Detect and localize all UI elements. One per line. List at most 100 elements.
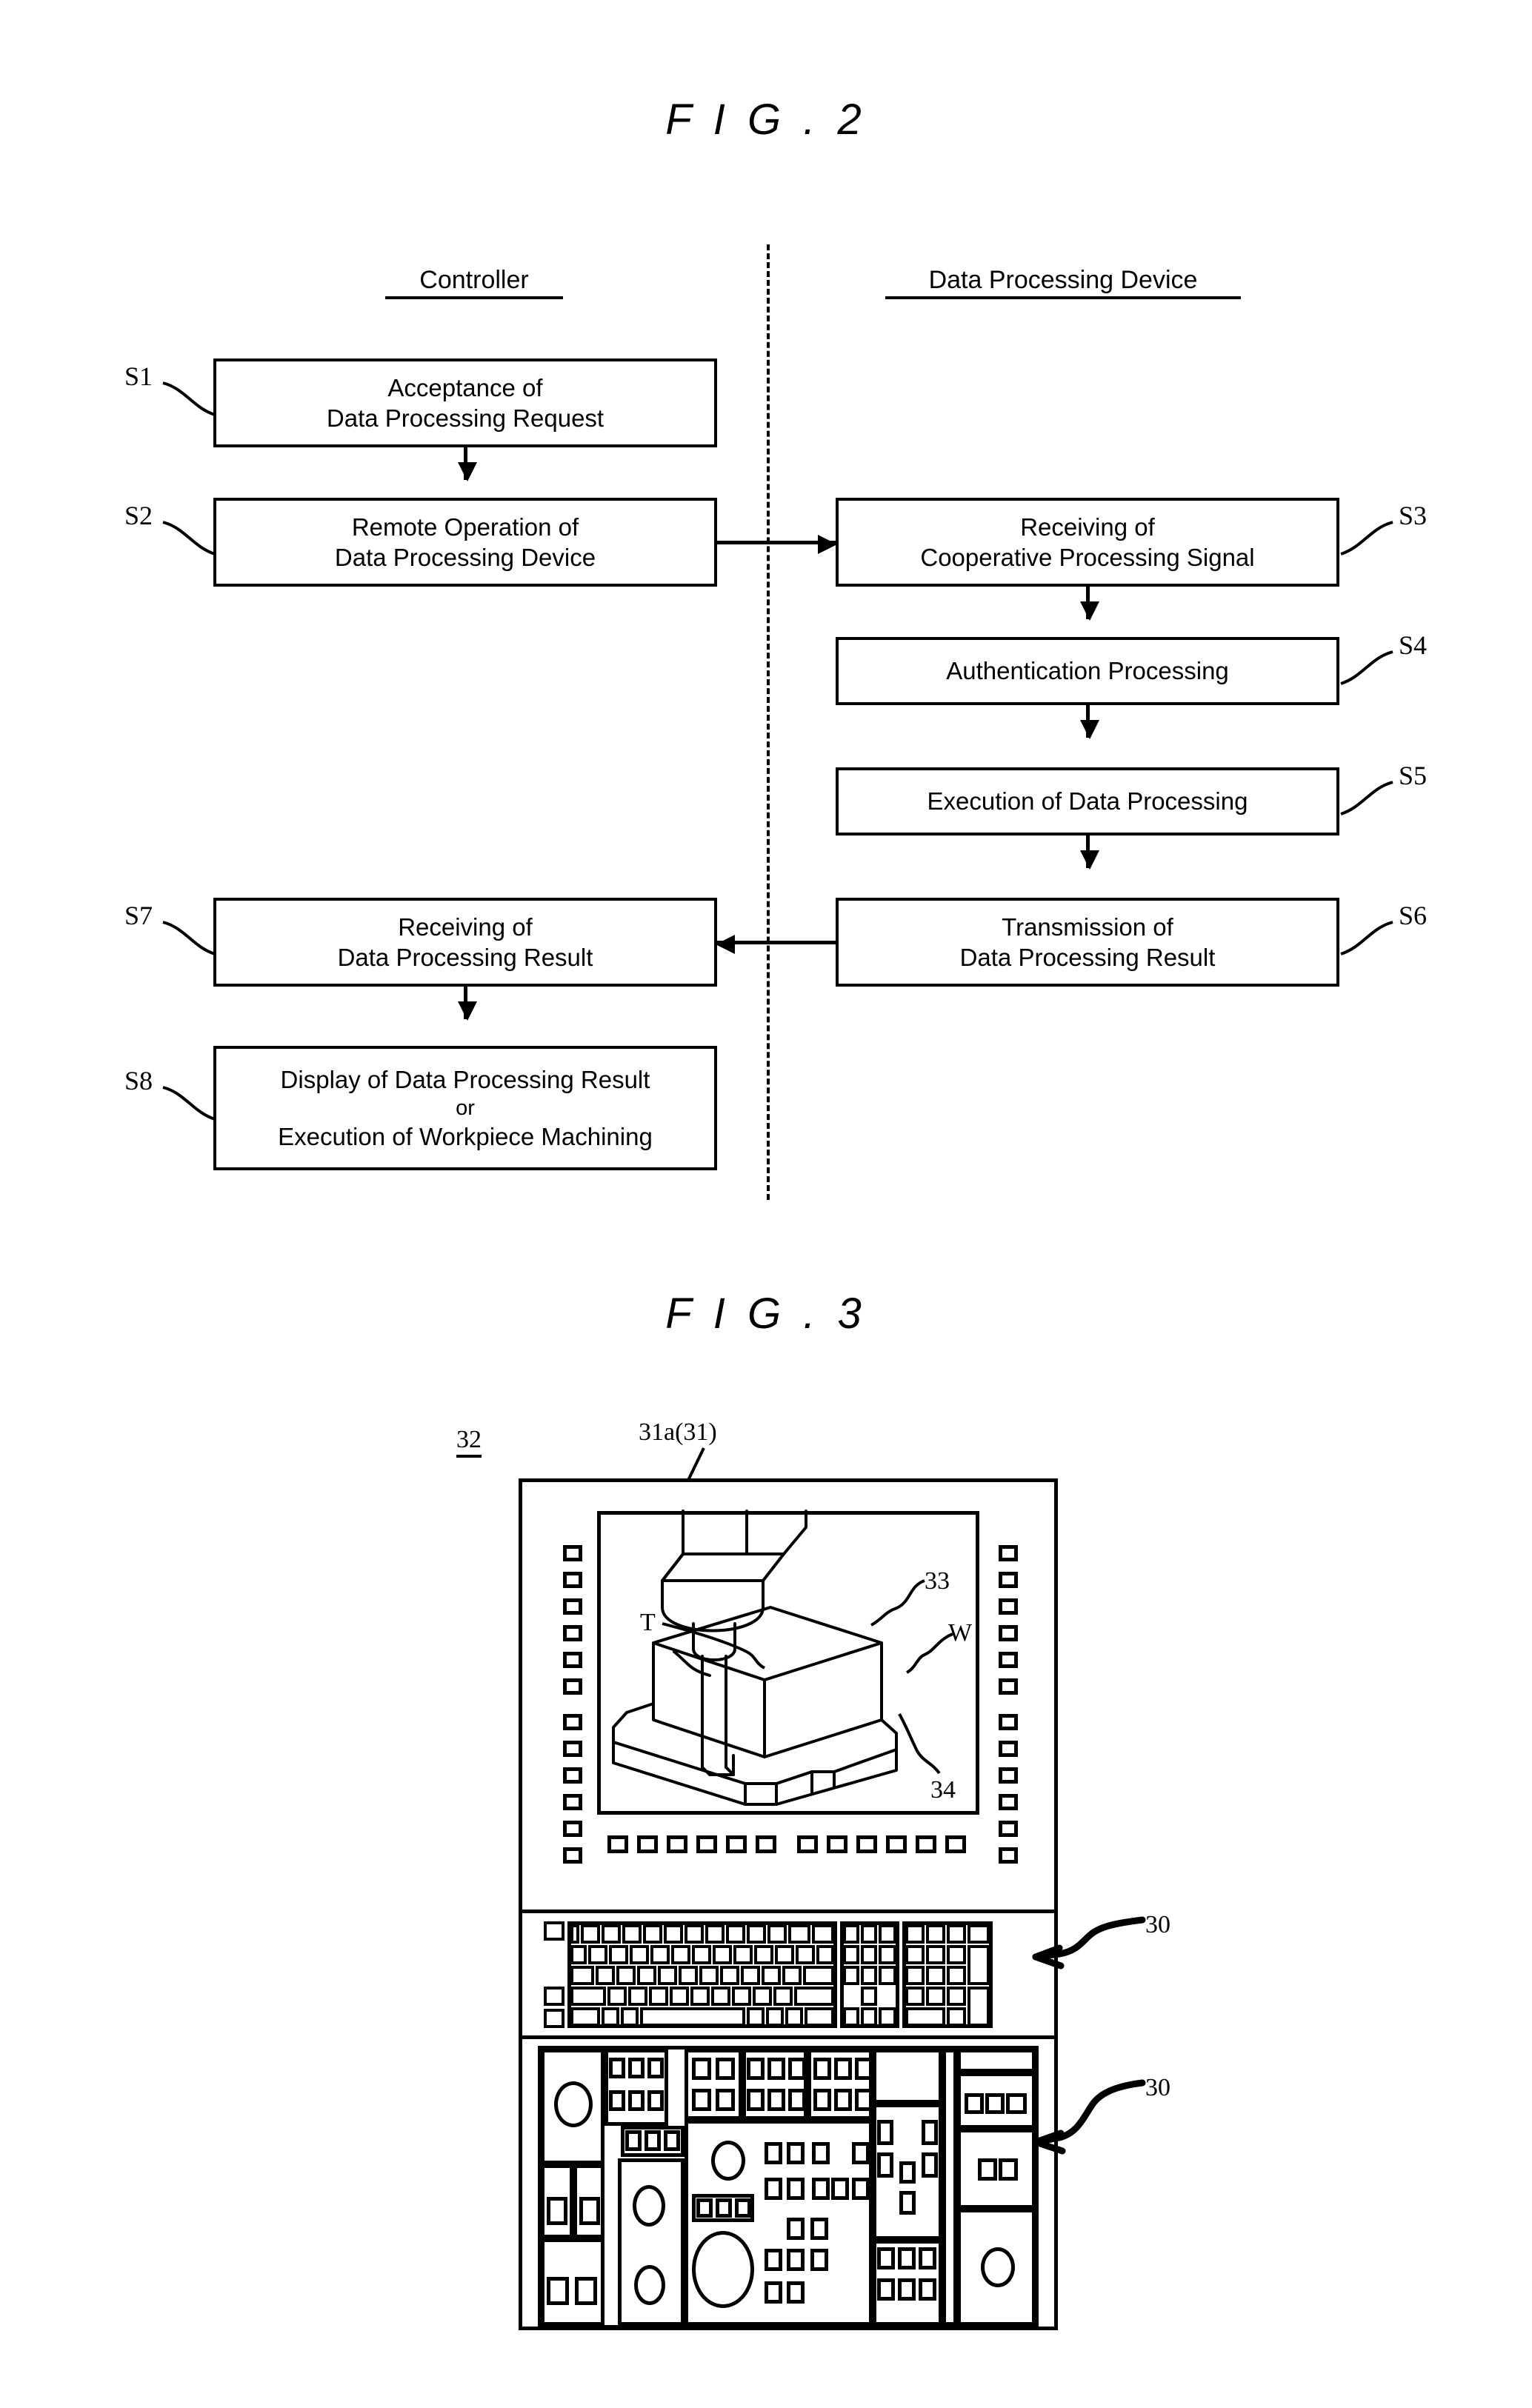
softkey-bottom[interactable] xyxy=(667,1835,687,1853)
keyboard-nav-key[interactable] xyxy=(843,1924,859,1944)
keyboard-key[interactable] xyxy=(621,2007,639,2027)
operator-button[interactable] xyxy=(922,2152,938,2178)
keyboard-key[interactable] xyxy=(679,1966,698,1985)
operator-button[interactable] xyxy=(692,2089,711,2111)
softkey-side-left[interactable] xyxy=(563,1821,582,1837)
keyboard-key[interactable] xyxy=(796,1945,815,1964)
softkey-bottom[interactable] xyxy=(916,1835,936,1853)
operator-button[interactable] xyxy=(855,2058,873,2080)
keyboard-key[interactable] xyxy=(628,1987,647,2006)
keyboard-key[interactable] xyxy=(643,1924,662,1944)
operator-button[interactable] xyxy=(696,2198,713,2218)
numpad-key-tall[interactable] xyxy=(968,1945,990,1985)
keyboard-key[interactable] xyxy=(782,1966,802,1985)
operator-button[interactable] xyxy=(547,2277,569,2305)
softkey-side-right[interactable] xyxy=(999,1545,1018,1561)
keyboard-key[interactable] xyxy=(773,1987,793,2006)
keyboard-key[interactable] xyxy=(581,1924,600,1944)
softkey-bottom[interactable] xyxy=(797,1835,818,1853)
operator-button[interactable] xyxy=(747,2058,765,2080)
numpad-key[interactable] xyxy=(926,1966,945,1985)
operator-button[interactable] xyxy=(787,2281,805,2304)
operator-button[interactable] xyxy=(898,2247,916,2269)
operator-button[interactable] xyxy=(765,2281,782,2304)
keyboard-arrow-up-key[interactable] xyxy=(861,1987,877,2006)
keyboard-key[interactable] xyxy=(726,1924,745,1944)
keyboard-key[interactable] xyxy=(544,1921,564,1941)
keyboard-key[interactable] xyxy=(699,1966,719,1985)
keyboard-key[interactable] xyxy=(711,1987,730,2006)
keyboard-key[interactable] xyxy=(732,1987,751,2006)
keyboard-key[interactable] xyxy=(544,2009,564,2028)
operator-button[interactable] xyxy=(1006,2093,1027,2114)
operator-jog-axis-button[interactable] xyxy=(899,2161,916,2184)
keyboard-key[interactable] xyxy=(720,1966,739,1985)
keyboard-nav-key[interactable] xyxy=(861,1966,877,1985)
operator-knob[interactable] xyxy=(554,2081,593,2127)
operator-button[interactable] xyxy=(877,2152,893,2178)
operator-button[interactable] xyxy=(628,2090,645,2111)
operator-button[interactable] xyxy=(834,2089,852,2111)
numpad-key[interactable] xyxy=(926,1945,945,1964)
operator-button[interactable] xyxy=(922,2120,938,2145)
keyboard-key[interactable] xyxy=(794,1987,834,2006)
operator-button[interactable] xyxy=(664,2130,680,2151)
operator-button[interactable] xyxy=(919,2247,936,2269)
keyboard-arrow-down-key[interactable] xyxy=(861,2007,877,2027)
keyboard-key[interactable] xyxy=(671,1945,690,1964)
operator-button[interactable] xyxy=(765,2142,782,2164)
operator-button[interactable] xyxy=(813,2089,831,2111)
keyboard-key[interactable] xyxy=(649,1987,668,2006)
operator-button[interactable] xyxy=(812,2178,830,2200)
softkey-side-left[interactable] xyxy=(563,1598,582,1615)
softkey-side-right[interactable] xyxy=(999,1821,1018,1837)
keyboard-key[interactable] xyxy=(788,1924,810,1944)
keyboard-key[interactable] xyxy=(741,1966,760,1985)
operator-button[interactable] xyxy=(877,2247,895,2269)
operator-panel[interactable] xyxy=(538,2046,1042,2329)
numpad-key[interactable] xyxy=(947,2007,966,2027)
softkey-side-left[interactable] xyxy=(563,1545,582,1561)
softkey-side-left[interactable] xyxy=(563,1794,582,1810)
keyboard-key[interactable] xyxy=(747,1924,766,1944)
softkey-side-left[interactable] xyxy=(563,1678,582,1695)
keyboard-nav-key[interactable] xyxy=(879,1945,896,1964)
softkey-bottom[interactable] xyxy=(726,1835,747,1853)
operator-button[interactable] xyxy=(898,2278,916,2301)
keyboard-key[interactable] xyxy=(747,2007,765,2027)
keyboard-key[interactable] xyxy=(570,1945,587,1964)
numpad-key[interactable] xyxy=(968,1924,990,1944)
softkey-side-right[interactable] xyxy=(999,1678,1018,1695)
operator-button[interactable] xyxy=(919,2278,936,2301)
operator-button[interactable] xyxy=(628,2058,645,2078)
operator-button[interactable] xyxy=(765,2178,782,2200)
operator-button[interactable] xyxy=(747,2089,765,2111)
operator-knob[interactable] xyxy=(711,2141,745,2181)
keyboard-key[interactable] xyxy=(570,2007,600,2027)
keyboard-key[interactable] xyxy=(733,1945,753,1964)
operator-button[interactable] xyxy=(834,2058,852,2080)
softkey-side-right[interactable] xyxy=(999,1625,1018,1641)
softkey-side-right[interactable] xyxy=(999,1767,1018,1784)
keyboard-nav-key[interactable] xyxy=(861,1945,877,1964)
operator-button[interactable] xyxy=(812,2142,830,2164)
softkey-side-left[interactable] xyxy=(563,1572,582,1588)
keyboard-key[interactable] xyxy=(812,1924,834,1944)
numpad-key[interactable] xyxy=(926,1987,945,2006)
keyboard-key[interactable] xyxy=(602,2007,619,2027)
numpad-key[interactable] xyxy=(926,1924,945,1944)
operator-button[interactable] xyxy=(877,2278,895,2301)
keyboard-key[interactable] xyxy=(762,1966,781,1985)
keyboard-key[interactable] xyxy=(596,1966,615,1985)
operator-button[interactable] xyxy=(999,2158,1018,2181)
keyboard-key[interactable] xyxy=(753,1987,772,2006)
operator-button[interactable] xyxy=(855,2089,873,2111)
operator-button[interactable] xyxy=(575,2277,597,2305)
keyboard-key[interactable] xyxy=(609,1945,628,1964)
keyboard-key[interactable] xyxy=(637,1966,656,1985)
keyboard-key[interactable] xyxy=(766,2007,784,2027)
operator-button[interactable] xyxy=(852,2178,870,2200)
operator-knob[interactable] xyxy=(633,2185,665,2227)
operator-button[interactable] xyxy=(692,2058,711,2080)
operator-knob[interactable] xyxy=(981,2247,1015,2287)
